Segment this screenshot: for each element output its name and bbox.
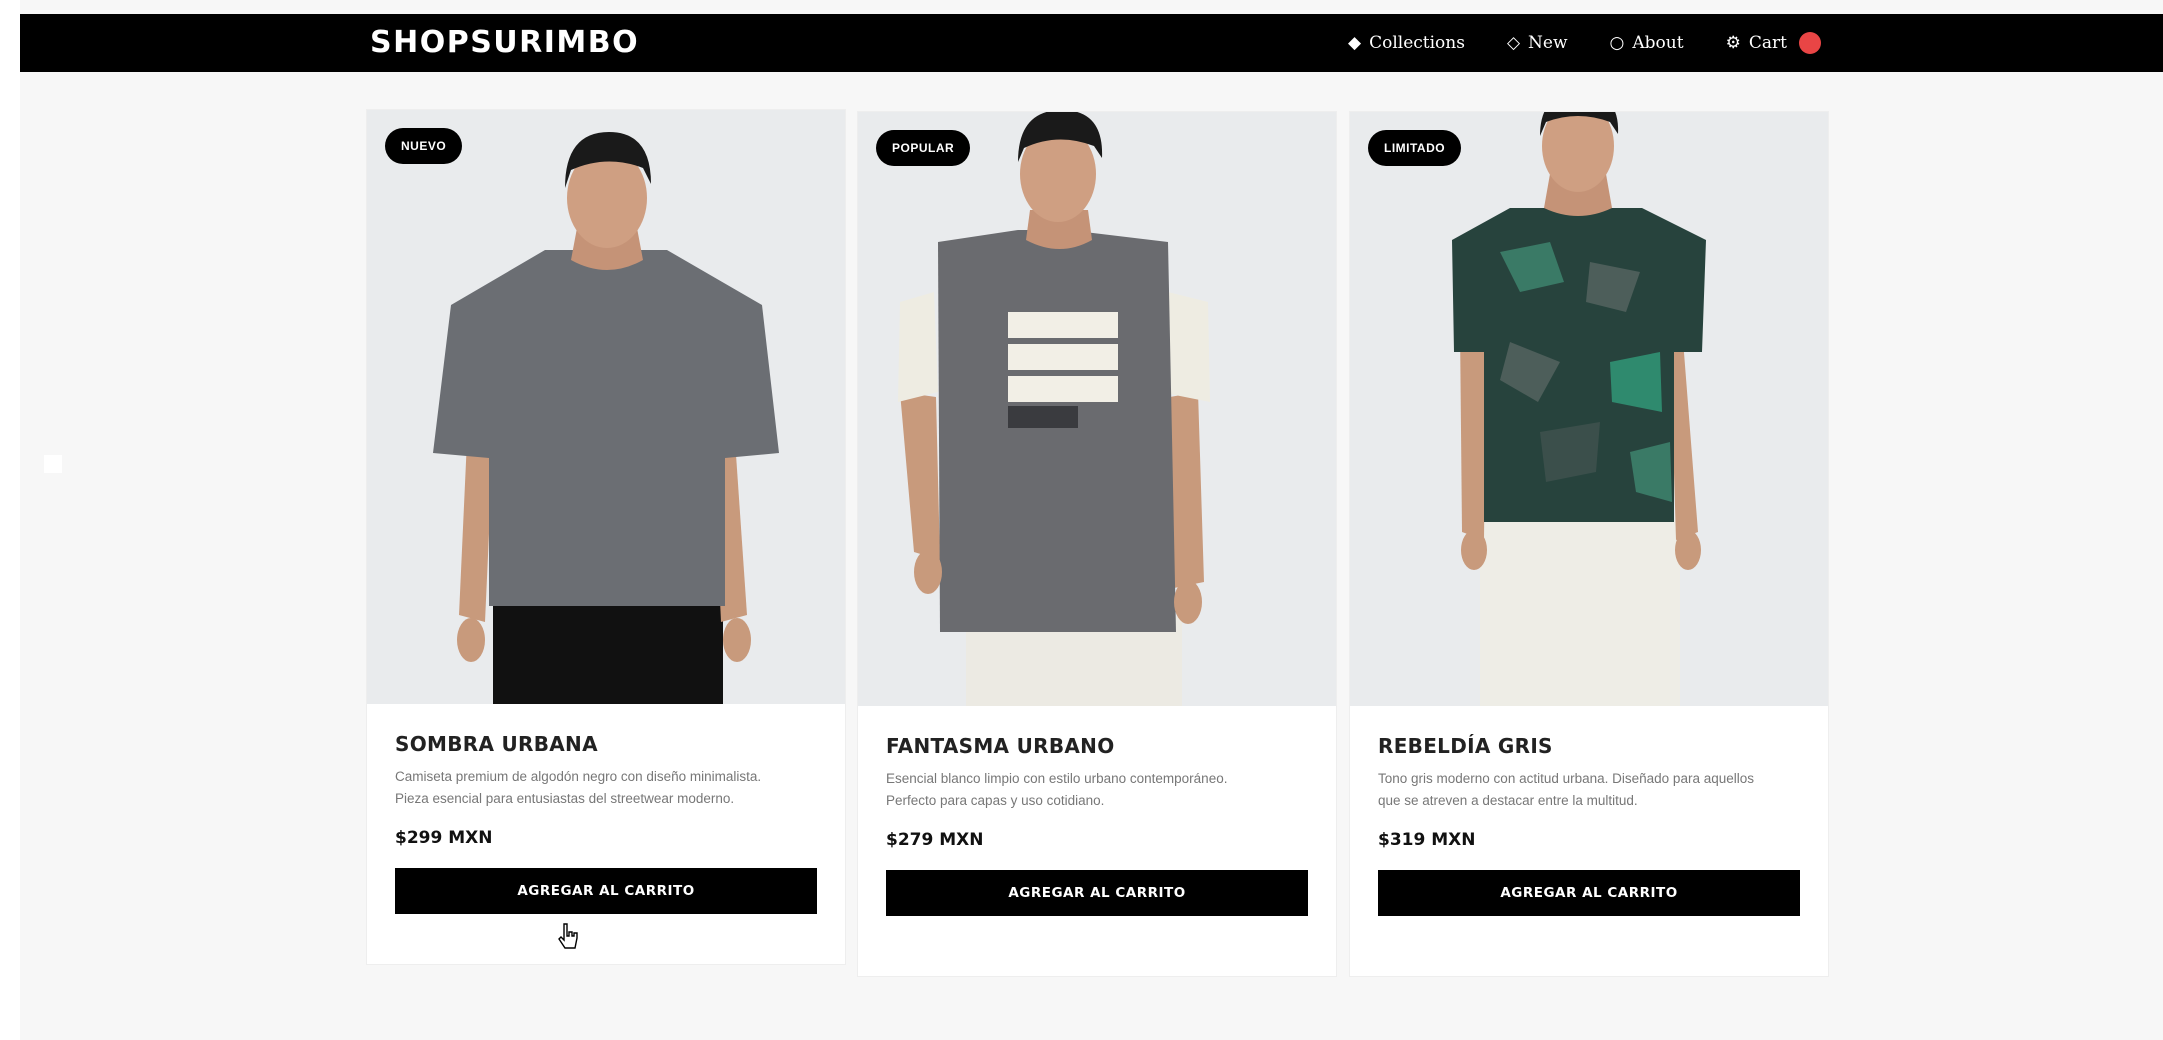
product-title[interactable]: REBELDÍA GRIS xyxy=(1378,734,1800,758)
cart-count-badge xyxy=(1798,32,1821,54)
product-image[interactable]: NUEVO xyxy=(367,110,845,704)
product-card: NUEVO SOMBRA URBANA Camiseta premium de … xyxy=(367,110,845,964)
add-to-cart-button[interactable]: AGREGAR AL CARRITO xyxy=(395,868,817,914)
top-navbar: SHOPSURIMBO ◆ Collections ◇ New ○ About … xyxy=(20,14,2163,72)
circle-outline-icon: ○ xyxy=(1609,32,1625,53)
product-price: $299 MXN xyxy=(395,828,493,848)
nav-collections-label: Collections xyxy=(1369,33,1465,53)
product-image[interactable]: LIMITADO xyxy=(1350,112,1828,706)
nav-new[interactable]: ◇ New xyxy=(1507,33,1568,53)
diamond-filled-icon: ◆ xyxy=(1348,32,1362,53)
model-photo-illustration xyxy=(858,112,1336,706)
product-card: POPULAR FANTASMA URBANO Esencial blanco … xyxy=(858,112,1336,976)
model-photo-illustration xyxy=(367,110,845,704)
nav-about[interactable]: ○ About xyxy=(1610,33,1684,53)
product-description: Tono gris moderno con actitud urbana. Di… xyxy=(1378,771,1754,808)
product-title[interactable]: SOMBRA URBANA xyxy=(395,732,817,756)
product-badge: NUEVO xyxy=(385,128,463,164)
diamond-outline-icon: ◇ xyxy=(1506,32,1521,53)
product-badge: LIMITADO xyxy=(1368,130,1462,166)
add-to-cart-button[interactable]: AGREGAR AL CARRITO xyxy=(1378,870,1800,916)
product-image[interactable]: POPULAR xyxy=(858,112,1336,706)
nav-cart[interactable]: ⚙ Cart xyxy=(1726,32,1821,54)
nav-cart-label: Cart xyxy=(1748,33,1787,53)
product-price: $319 MXN xyxy=(1378,830,1476,850)
gear-icon: ⚙ xyxy=(1725,32,1741,53)
product-price: $279 MXN xyxy=(886,830,984,850)
nav-new-label: New xyxy=(1528,33,1568,53)
side-marker xyxy=(44,455,62,473)
nav-collections[interactable]: ◆ Collections xyxy=(1348,33,1465,53)
product-title[interactable]: FANTASMA URBANO xyxy=(886,734,1308,758)
main-nav: ◆ Collections ◇ New ○ About ⚙ Cart xyxy=(1348,14,1821,72)
add-to-cart-button[interactable]: AGREGAR AL CARRITO xyxy=(886,870,1308,916)
site-logo[interactable]: SHOPSURIMBO xyxy=(370,14,639,72)
product-card: LIMITADO REBELDÍA GRIS Tono gris moderno… xyxy=(1350,112,1828,976)
model-photo-illustration xyxy=(1350,112,1828,706)
product-description: Camiseta premium de algodón negro con di… xyxy=(395,769,762,806)
hand-cursor-icon xyxy=(558,923,578,949)
nav-about-label: About xyxy=(1632,33,1684,53)
product-description: Esencial blanco limpio con estilo urbano… xyxy=(886,771,1228,808)
product-badge: POPULAR xyxy=(876,130,971,166)
